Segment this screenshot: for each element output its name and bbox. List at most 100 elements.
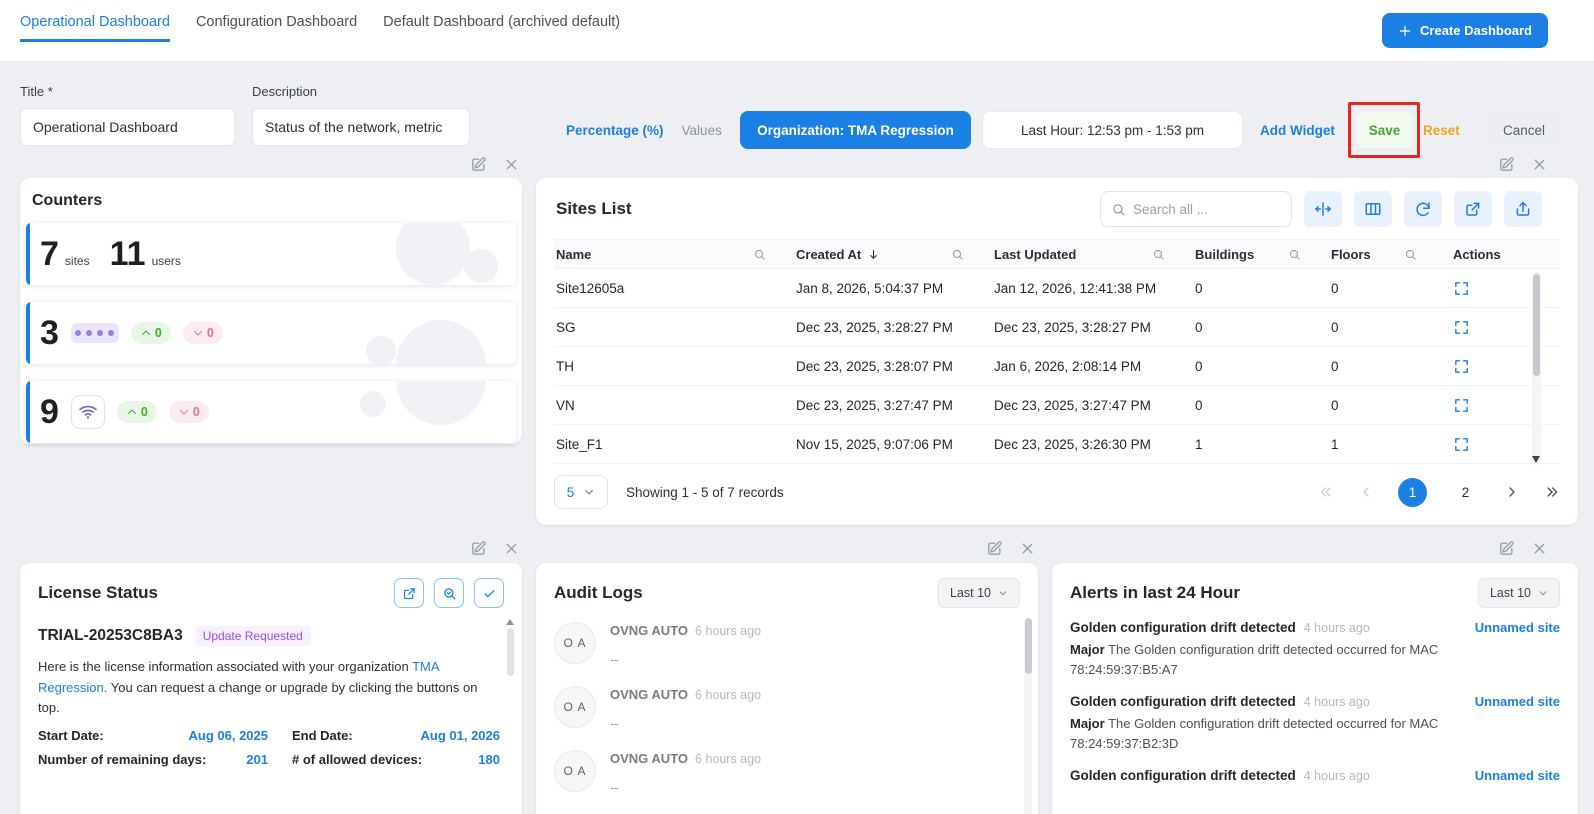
edit-widget-icon[interactable] xyxy=(1498,156,1515,173)
description-input[interactable] xyxy=(252,108,470,146)
search-icon[interactable] xyxy=(951,248,964,261)
scrollbar-thumb[interactable] xyxy=(507,628,514,676)
column-header-last-updated[interactable]: Last Updated xyxy=(992,247,1193,262)
scrollbar[interactable] xyxy=(1024,618,1032,814)
search-icon[interactable] xyxy=(1152,248,1165,261)
audit-log-entry[interactable]: O A OVNG AUTO6 hours ago -- xyxy=(554,622,1012,667)
license-upgrade-button[interactable] xyxy=(394,578,424,608)
first-page-icon[interactable] xyxy=(1318,484,1334,500)
alert-site-link[interactable]: Unnamed site xyxy=(1475,694,1560,709)
alert-entry[interactable]: Golden configuration drift detected 4 ho… xyxy=(1070,768,1560,783)
alert-entry[interactable]: Golden configuration drift detected 4 ho… xyxy=(1070,620,1560,679)
expand-row-icon[interactable] xyxy=(1453,358,1560,375)
toggle-values[interactable]: Values xyxy=(682,123,722,138)
column-header-buildings[interactable]: Buildings xyxy=(1193,247,1329,262)
chevron-down-icon xyxy=(1538,588,1548,598)
search-icon[interactable] xyxy=(753,248,766,261)
toggle-percentage[interactable]: Percentage (%) xyxy=(566,123,664,138)
add-widget-button[interactable]: Add Widget xyxy=(1260,111,1335,149)
switches-count: 3 xyxy=(40,316,59,350)
close-icon[interactable] xyxy=(503,540,520,557)
edit-widget-icon[interactable] xyxy=(1498,540,1515,557)
sites-search-input[interactable] xyxy=(1133,202,1281,217)
close-icon[interactable] xyxy=(1531,540,1548,557)
table-row[interactable]: SG Dec 23, 2025, 3:28:27 PM Dec 23, 2025… xyxy=(554,308,1560,347)
table-row[interactable]: TH Dec 23, 2025, 3:28:07 PM Jan 6, 2026,… xyxy=(554,347,1560,386)
fit-columns-button[interactable] xyxy=(1304,191,1342,227)
expand-row-icon[interactable] xyxy=(1453,436,1560,453)
time-range-button[interactable]: Last Hour: 12:53 pm - 1:53 pm xyxy=(982,111,1243,149)
tab-default-dashboard[interactable]: Default Dashboard (archived default) xyxy=(383,14,620,42)
license-description: Here is the license information associat… xyxy=(38,657,500,719)
search-icon[interactable] xyxy=(1288,248,1301,261)
organization-selector-button[interactable]: Organization: TMA Regression xyxy=(740,111,971,149)
alert-site-link[interactable]: Unnamed site xyxy=(1475,768,1560,783)
alert-title: Golden configuration drift detected xyxy=(1070,620,1296,635)
sort-desc-icon[interactable] xyxy=(867,248,880,261)
table-row[interactable]: VN Dec 23, 2025, 3:27:47 PM Dec 23, 2025… xyxy=(554,386,1560,425)
prev-page-icon[interactable] xyxy=(1358,484,1374,500)
edit-widget-icon[interactable] xyxy=(470,540,487,557)
expand-row-icon[interactable] xyxy=(1453,397,1560,414)
cell-last-updated: Dec 23, 2025, 3:27:47 PM xyxy=(992,398,1193,413)
edit-widget-icon[interactable] xyxy=(986,540,1003,557)
tab-operational-dashboard[interactable]: Operational Dashboard xyxy=(20,14,170,42)
scrollbar-thumb[interactable] xyxy=(1533,274,1540,376)
alert-entry[interactable]: Golden configuration drift detected 4 ho… xyxy=(1070,694,1560,753)
page-button-1[interactable]: 1 xyxy=(1398,478,1427,507)
alert-site-link[interactable]: Unnamed site xyxy=(1475,620,1560,635)
edit-widget-icon[interactable] xyxy=(470,156,487,173)
tab-configuration-dashboard[interactable]: Configuration Dashboard xyxy=(196,14,357,42)
audit-log-entry[interactable]: O A OVNG AUTO6 hours ago -- xyxy=(554,750,1012,795)
avatar: O A xyxy=(554,686,596,728)
last-page-icon[interactable] xyxy=(1544,484,1560,500)
cell-last-updated: Dec 23, 2025, 3:28:27 PM xyxy=(992,320,1193,335)
page-button-2[interactable]: 2 xyxy=(1451,478,1480,507)
expand-row-icon[interactable] xyxy=(1453,319,1560,336)
scrollbar[interactable] xyxy=(506,619,514,809)
alert-title: Golden configuration drift detected xyxy=(1070,694,1296,709)
table-row[interactable]: Site_F1 Nov 15, 2025, 9:07:06 PM Dec 23,… xyxy=(554,425,1560,464)
cell-floors: 1 xyxy=(1329,437,1445,452)
sites-count: 7 xyxy=(40,237,59,271)
license-status-title: License Status xyxy=(38,583,158,603)
sites-list-title: Sites List xyxy=(556,199,632,219)
column-header-created-at[interactable]: Created At xyxy=(794,247,992,262)
check-icon xyxy=(482,586,497,601)
expand-row-icon[interactable] xyxy=(1453,280,1560,297)
scroll-up-arrow-icon[interactable] xyxy=(506,619,514,625)
next-page-icon[interactable] xyxy=(1504,484,1520,500)
close-icon[interactable] xyxy=(1019,540,1036,557)
aps-down-count: 0 xyxy=(193,405,200,419)
scrollbar-thumb[interactable] xyxy=(1025,618,1032,674)
create-dashboard-button[interactable]: Create Dashboard xyxy=(1382,13,1548,48)
close-icon[interactable] xyxy=(503,156,520,173)
start-date-value: Aug 06, 2025 xyxy=(189,728,269,743)
scrollbar[interactable] xyxy=(1532,272,1541,465)
column-header-floors[interactable]: Floors xyxy=(1329,247,1445,262)
decorative-circle xyxy=(396,381,486,425)
scroll-down-arrow-icon[interactable] xyxy=(1532,456,1540,463)
table-row[interactable]: Site12605a Jan 8, 2026, 5:04:37 PM Jan 1… xyxy=(554,269,1560,308)
upload-button[interactable] xyxy=(1504,191,1542,227)
close-icon[interactable] xyxy=(1531,156,1548,173)
alert-message: The Golden configuration drift detected … xyxy=(1070,716,1438,751)
column-header-name[interactable]: Name xyxy=(554,247,794,262)
export-button[interactable] xyxy=(1454,191,1492,227)
license-review-button[interactable] xyxy=(434,578,464,608)
save-button[interactable]: Save xyxy=(1357,112,1412,148)
title-input[interactable] xyxy=(20,108,235,146)
page-size-select[interactable]: 5 xyxy=(554,475,608,509)
alerts-filter-button[interactable]: Last 10 xyxy=(1478,578,1560,608)
reset-button[interactable]: Reset xyxy=(1423,112,1460,148)
audit-log-entry[interactable]: O A OVNG AUTO6 hours ago -- xyxy=(554,686,1012,731)
search-icon[interactable] xyxy=(1404,248,1417,261)
table-columns-button[interactable] xyxy=(1354,191,1392,227)
refresh-button[interactable] xyxy=(1404,191,1442,227)
audit-filter-button[interactable]: Last 10 xyxy=(938,578,1020,608)
license-check-button[interactable] xyxy=(474,578,504,608)
cancel-button[interactable]: Cancel xyxy=(1488,112,1560,148)
pagination-summary: Showing 1 - 5 of 7 records xyxy=(626,485,784,500)
sites-list-widget: Sites List Name Created At xyxy=(536,178,1578,525)
alert-message: The Golden configuration drift detected … xyxy=(1070,642,1438,677)
